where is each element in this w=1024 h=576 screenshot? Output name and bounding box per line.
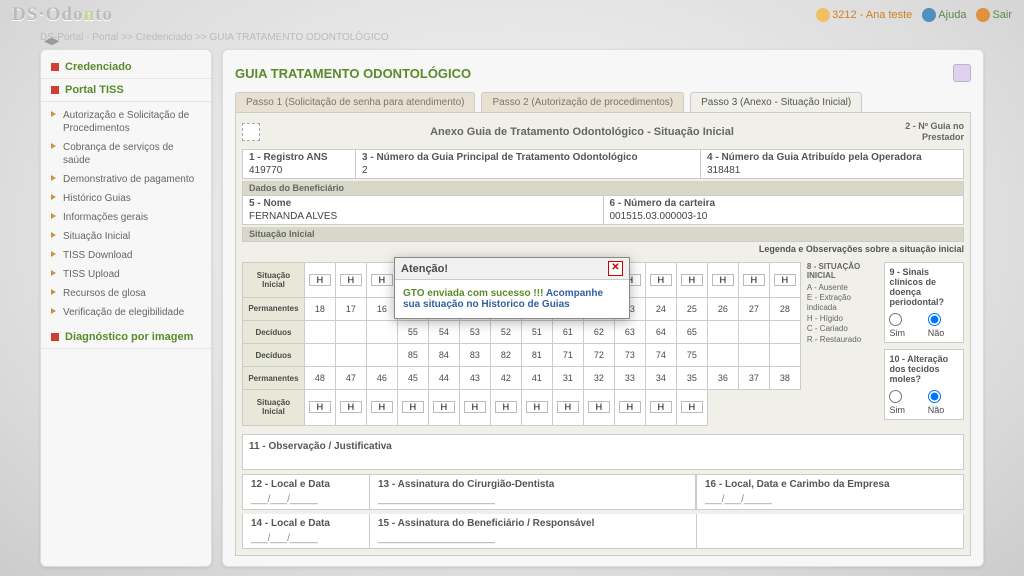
help-link[interactable]: Ajuda	[938, 9, 966, 21]
tooth-input[interactable]	[371, 401, 393, 413]
label-assinatura-15: 15 - Assinatura do Beneficiário / Respon…	[378, 518, 688, 529]
legend-header: Legenda e Observações sobre a situação i…	[242, 242, 964, 258]
tooth-input[interactable]	[402, 401, 424, 413]
label-carteira: 6 - Número da carteira	[610, 198, 958, 209]
tab-step1[interactable]: Passo 1 (Solicitação de senha para atend…	[235, 92, 475, 112]
sidebar-section-tiss[interactable]: Portal TISS	[41, 79, 211, 102]
label-assinatura-13: 13 - Assinatura do Cirurgião-Dentista	[378, 479, 687, 490]
tooth-input[interactable]	[309, 401, 331, 413]
tooth-input[interactable]	[650, 401, 672, 413]
legend-box: 8 - SITUAÇÃO INICIAL A - AusenteE - Extr…	[807, 262, 879, 426]
tooth-input[interactable]	[681, 401, 703, 413]
user-icon	[816, 8, 830, 22]
tooth-input[interactable]	[743, 274, 765, 286]
tooth-input[interactable]	[619, 401, 641, 413]
anexo-title: Anexo Guia de Tratamento Odontológico - …	[268, 126, 896, 138]
label-local-data-14: 14 - Local e Data	[251, 518, 361, 529]
sidebar-item-2[interactable]: Demonstrativo de pagamento	[41, 170, 211, 189]
breadcrumb: DS-Portal - Portal >> Credenciado >> GUI…	[0, 30, 1024, 49]
nav-arrows[interactable]: ◀▶	[44, 36, 59, 47]
tooth-input[interactable]	[464, 401, 486, 413]
value-registro-ans: 419770	[249, 163, 349, 176]
q1-sim[interactable]	[889, 313, 902, 326]
section-situacao: Situação Inicial	[242, 227, 964, 242]
success-modal: Atenção!✕ GTO enviada com sucesso !!! Ac…	[394, 257, 630, 319]
section-beneficiario: Dados do Beneficiário	[242, 181, 964, 196]
sidebar-item-8[interactable]: Recursos de glosa	[41, 284, 211, 303]
modal-title: Atenção!	[401, 263, 448, 275]
q2-nao[interactable]	[928, 390, 941, 403]
question-periodontal: 9 - Sinais clínicos de doença periodonta…	[884, 262, 964, 343]
exit-icon	[976, 8, 990, 22]
tooth-input[interactable]	[650, 274, 672, 286]
sidebar-item-4[interactable]: Informações gerais	[41, 208, 211, 227]
value-carteira: 001515.03.000003-10	[610, 209, 958, 222]
q1-nao[interactable]	[928, 313, 941, 326]
value-guia-operadora: 318481	[707, 163, 957, 176]
tab-step2[interactable]: Passo 2 (Autorização de procedimentos)	[481, 92, 684, 112]
sidebar-item-3[interactable]: Histórico Guias	[41, 189, 211, 208]
print-icon[interactable]	[953, 64, 971, 82]
modal-close-icon[interactable]: ✕	[608, 261, 623, 276]
label-local-16: 16 - Local, Data e Carimbo da Empresa	[705, 479, 955, 490]
page-title: GUIA TRATAMENTO ODONTOLÓGICO	[235, 66, 471, 81]
modal-message: GTO enviada com sucesso !!!	[403, 288, 546, 299]
tooth-input[interactable]	[588, 401, 610, 413]
sidebar-item-6[interactable]: TISS Download	[41, 246, 211, 265]
label-guia-operadora: 4 - Número da Guia Atribuído pela Operad…	[707, 152, 957, 163]
sidebar-item-9[interactable]: Verificação de elegibilidade	[41, 303, 211, 322]
tooth-input[interactable]	[712, 274, 734, 286]
tab-step3[interactable]: Passo 3 (Anexo - Situação Inicial)	[690, 92, 862, 112]
sidebar-item-1[interactable]: Cobrança de serviços de saúde	[41, 138, 211, 170]
label-guia-principal: 3 - Número da Guia Principal de Tratamen…	[362, 152, 694, 163]
help-icon	[922, 8, 936, 22]
tooth-input[interactable]	[309, 274, 331, 286]
label-local-data-12: 12 - Local e Data	[251, 479, 361, 490]
guia-number: 2 - Nº Guia no Prestador	[904, 121, 964, 143]
top-links: 3212 - Ana teste Ajuda Sair	[816, 8, 1012, 22]
value-guia-principal: 2	[362, 163, 694, 176]
question-tecidos: 10 - Alteração dos tecidos moles? Sim Nã…	[884, 349, 964, 420]
tooth-input[interactable]	[774, 274, 796, 286]
sidebar-section-diag[interactable]: Diagnóstico por imagem	[41, 326, 211, 349]
observacao-box: 11 - Observação / Justificativa	[242, 434, 964, 470]
tooth-input[interactable]	[340, 401, 362, 413]
tooth-input[interactable]	[681, 274, 703, 286]
tooth-input[interactable]	[557, 401, 579, 413]
sidebar-item-5[interactable]: Situação Inicial	[41, 227, 211, 246]
sidebar-item-7[interactable]: TISS Upload	[41, 265, 211, 284]
tooth-input[interactable]	[526, 401, 548, 413]
q2-sim[interactable]	[889, 390, 902, 403]
app-logo: DS·Odonto	[12, 4, 113, 26]
user-link[interactable]: 3212 - Ana teste	[832, 9, 912, 21]
sidebar: Credenciado Portal TISS Autorização e So…	[40, 49, 212, 567]
tooth-input[interactable]	[371, 274, 393, 286]
tooth-input[interactable]	[433, 401, 455, 413]
broken-image-icon	[242, 123, 260, 141]
exit-link[interactable]: Sair	[992, 9, 1012, 21]
sidebar-item-0[interactable]: Autorização e Solicitação de Procediment…	[41, 106, 211, 138]
tooth-input[interactable]	[495, 401, 517, 413]
label-registro-ans: 1 - Registro ANS	[249, 152, 349, 163]
tooth-input[interactable]	[340, 274, 362, 286]
value-nome: FERNANDA ALVES	[249, 209, 597, 222]
label-nome: 5 - Nome	[249, 198, 597, 209]
sidebar-section-credenciado[interactable]: Credenciado	[41, 56, 211, 79]
